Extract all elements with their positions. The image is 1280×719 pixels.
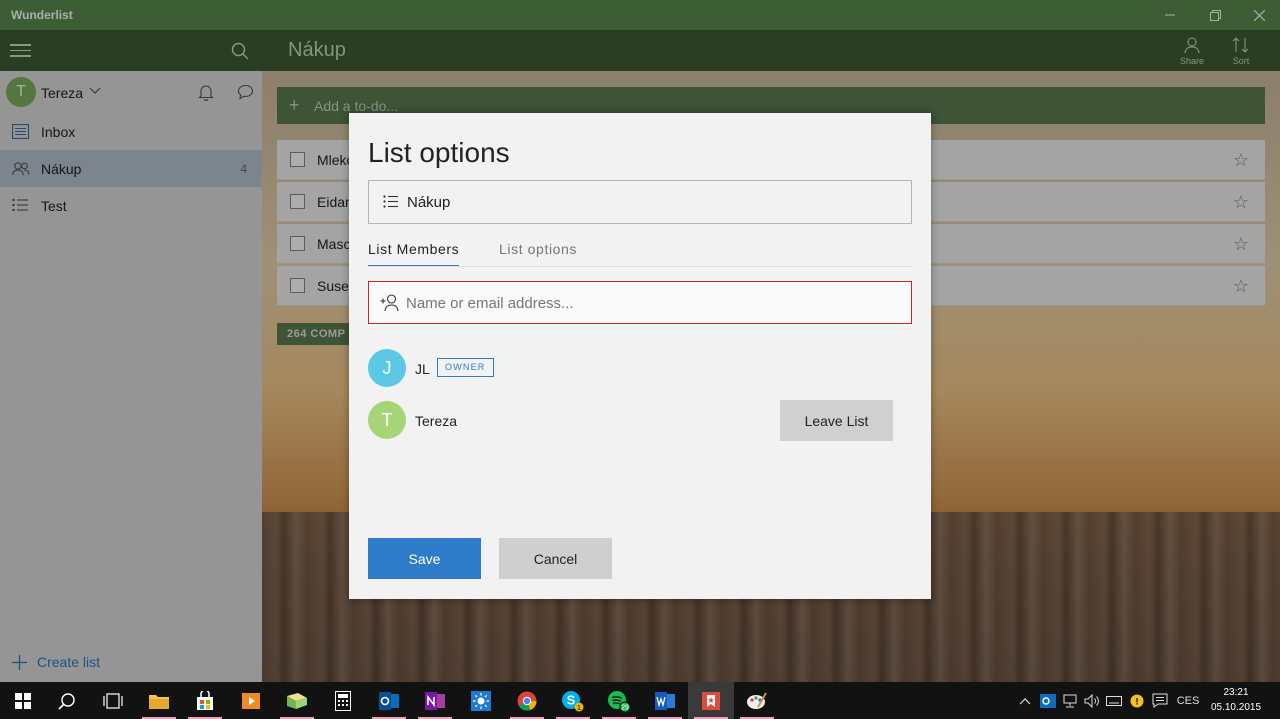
list-name-value: Nákup <box>407 194 451 211</box>
owner-badge: OWNER <box>437 358 494 377</box>
file-explorer-icon[interactable] <box>136 682 182 719</box>
tab-list-members[interactable]: List Members <box>368 241 460 267</box>
store-icon[interactable] <box>182 682 228 719</box>
language-indicator[interactable]: CES <box>1172 682 1204 719</box>
tab-divider <box>368 266 912 267</box>
member-email-input[interactable] <box>406 292 896 314</box>
media-player-icon[interactable] <box>228 682 274 719</box>
member-name: JL <box>415 361 430 377</box>
avatar: J <box>368 349 406 387</box>
chrome-icon[interactable] <box>504 682 550 719</box>
add-person-icon <box>380 294 399 312</box>
start-icon[interactable] <box>0 682 46 719</box>
keyboard-icon[interactable] <box>1104 682 1124 719</box>
cancel-button[interactable]: Cancel <box>499 538 612 579</box>
leave-list-button[interactable]: Leave List <box>780 400 893 441</box>
member-name-text: JL <box>415 361 430 377</box>
security-icon[interactable]: ! <box>1127 682 1147 719</box>
member-row: J JL OWNER <box>368 349 912 387</box>
svg-text:S: S <box>567 692 576 707</box>
tab-list-options[interactable]: List options <box>499 241 577 265</box>
svg-text:!: ! <box>1136 696 1139 706</box>
weather-icon[interactable] <box>458 682 504 719</box>
calculator-icon[interactable] <box>320 682 366 719</box>
member-search-field[interactable] <box>368 281 912 324</box>
volume-icon[interactable] <box>1082 682 1102 719</box>
clock-date: 05.10.2015 <box>1210 702 1262 713</box>
taskbar: S1 29 ! CES 23:21 05.10.2015 <box>0 682 1280 719</box>
skype-badge: 1 <box>577 705 581 712</box>
folder-app-icon[interactable] <box>274 682 320 719</box>
network-icon[interactable] <box>1060 682 1080 719</box>
outlook-tray-icon[interactable] <box>1038 682 1058 719</box>
avatar: T <box>368 401 406 439</box>
save-button[interactable]: Save <box>368 538 481 579</box>
list-options-dialog: List options Nákup List Members List opt… <box>349 113 931 599</box>
skype-icon[interactable]: S1 <box>550 682 596 719</box>
wunderlist-icon[interactable] <box>688 682 734 719</box>
onenote-icon[interactable] <box>412 682 458 719</box>
spotify-badge: 29 <box>621 704 629 711</box>
chevron-up-icon[interactable] <box>1015 682 1035 719</box>
paint-icon[interactable] <box>734 682 780 719</box>
word-icon[interactable] <box>642 682 688 719</box>
outlook-icon[interactable] <box>366 682 412 719</box>
dialog-title: List options <box>368 137 510 168</box>
task-view-icon[interactable] <box>90 682 136 719</box>
clock[interactable]: 23:21 05.10.2015 <box>1206 685 1266 715</box>
list-icon <box>383 195 398 208</box>
member-name: Tereza <box>415 413 458 429</box>
action-center-icon[interactable] <box>1150 682 1170 719</box>
list-name-field[interactable]: Nákup <box>368 180 912 224</box>
search-icon[interactable] <box>44 682 90 719</box>
spotify-icon[interactable]: 29 <box>596 682 642 719</box>
clock-time: 23:21 <box>1223 687 1249 698</box>
